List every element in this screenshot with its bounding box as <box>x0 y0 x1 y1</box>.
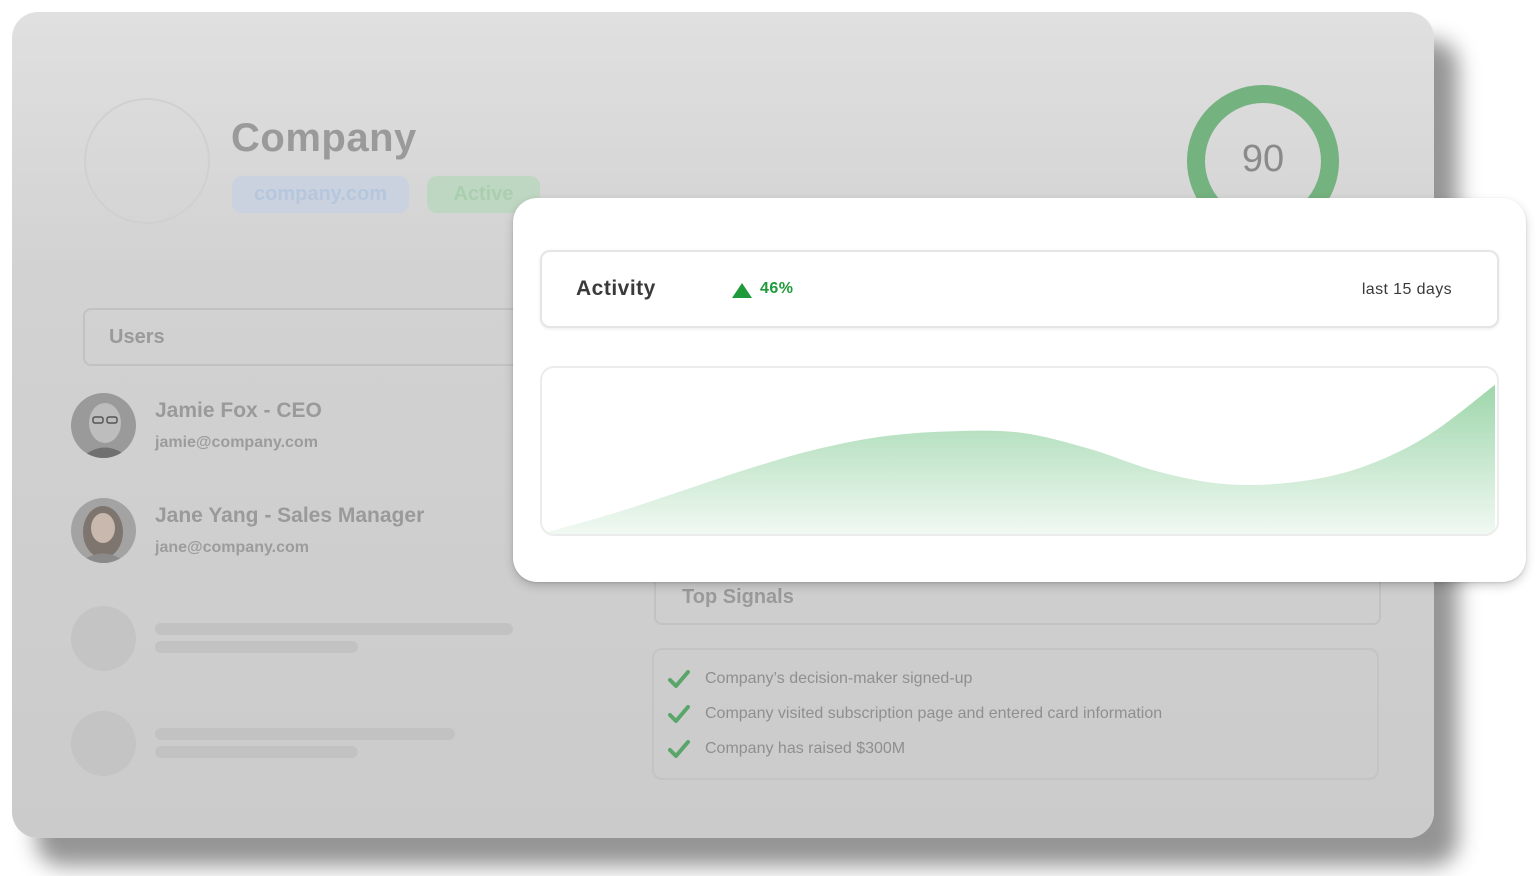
company-logo-placeholder <box>84 98 210 224</box>
activity-title: Activity <box>576 277 656 300</box>
list-item: Company’s decision-maker signed-up <box>668 667 972 691</box>
avatar <box>71 393 136 458</box>
company-name: Company <box>231 116 417 160</box>
activity-area-chart <box>548 384 1495 534</box>
top-signals-title: Top Signals <box>682 586 794 608</box>
signals-list: Company’s decision-maker signed-up Compa… <box>652 648 1379 780</box>
activity-area <box>548 384 1495 534</box>
check-icon <box>668 705 690 723</box>
date-range-label[interactable]: last 15 days <box>1362 281 1452 299</box>
triangle-up-icon <box>732 283 752 298</box>
list-item: Company visited subscription page and en… <box>668 702 1162 726</box>
user-name[interactable]: Jane Yang - Sales Manager <box>155 504 424 528</box>
activity-trend-value: 46% <box>760 280 794 297</box>
placeholder-line <box>155 623 513 635</box>
user-email: jamie@company.com <box>155 434 318 451</box>
user-email: jane@company.com <box>155 539 310 556</box>
avatar <box>71 498 136 563</box>
placeholder-line <box>155 641 358 653</box>
activity-header: Activity 46% last 15 days <box>540 250 1499 328</box>
signal-text: Company’s decision-maker signed-up <box>705 670 973 687</box>
signal-text: Company has raised $300M <box>705 740 906 757</box>
list-item: Company has raised $300M <box>668 737 905 761</box>
check-icon <box>668 670 690 688</box>
placeholder-avatar <box>71 606 136 671</box>
placeholder-line <box>155 728 455 740</box>
signal-text: Company visited subscription page and en… <box>705 705 1163 722</box>
check-icon <box>668 740 690 758</box>
users-title: Users <box>109 326 165 348</box>
activity-chart <box>540 366 1499 536</box>
placeholder-avatar <box>71 711 136 776</box>
placeholder-line <box>155 746 358 758</box>
activity-popup: Activity 46% last 15 days <box>513 198 1526 582</box>
user-name[interactable]: Jamie Fox - CEO <box>155 399 322 423</box>
score-value: 90 <box>1241 138 1285 180</box>
company-domain-link[interactable]: company.com <box>232 176 409 213</box>
users-section-header: Users <box>83 308 583 366</box>
